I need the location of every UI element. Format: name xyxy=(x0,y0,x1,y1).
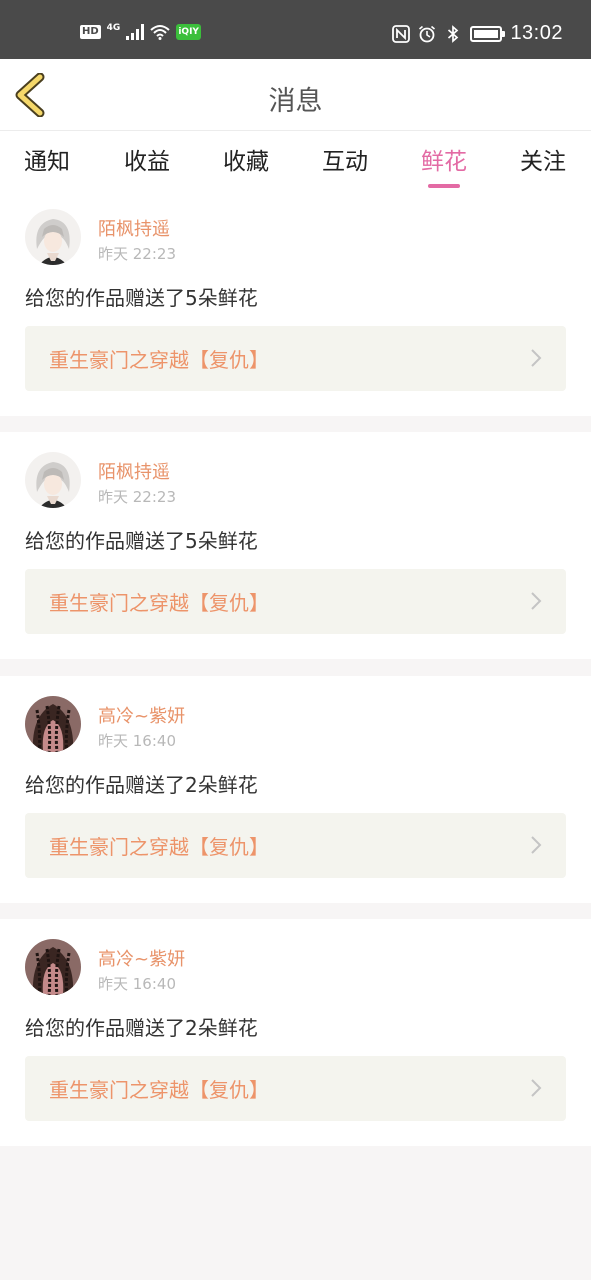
network-type: 4G xyxy=(106,23,121,33)
status-bar: HD 4G iQIY 13:02 xyxy=(0,0,591,59)
tab-label: 关注 xyxy=(520,149,566,175)
message-text: 给您的作品赠送了2朵鲜花 xyxy=(25,1016,258,1040)
chevron-right-icon xyxy=(531,836,542,854)
tab-favorites[interactable]: 收藏 xyxy=(211,142,281,176)
tab-interaction[interactable]: 互动 xyxy=(310,142,380,176)
work-title: 重生豪门之穿越【复仇】 xyxy=(49,1078,269,1102)
sent-time: 昨天 22:23 xyxy=(98,488,176,506)
chevron-right-icon xyxy=(531,1079,542,1097)
work-title: 重生豪门之穿越【复仇】 xyxy=(49,348,269,372)
clock: 13:02 xyxy=(510,22,563,44)
work-link[interactable]: 重生豪门之穿越【复仇】 xyxy=(25,813,566,878)
tab-label: 收藏 xyxy=(223,149,269,175)
tab-flowers[interactable]: 鲜花 xyxy=(409,142,479,188)
avatar[interactable] xyxy=(25,209,81,265)
message-text: 给您的作品赠送了5朵鲜花 xyxy=(25,286,258,310)
tab-income[interactable]: 收益 xyxy=(112,142,182,176)
alarm-icon xyxy=(419,25,436,42)
iqiyi-icon: iQIY xyxy=(176,24,201,40)
bluetooth-icon xyxy=(448,24,459,43)
work-title: 重生豪门之穿越【复仇】 xyxy=(49,835,269,859)
chevron-right-icon xyxy=(531,592,542,610)
status-right: 13:02 xyxy=(392,22,563,45)
sent-time: 昨天 22:23 xyxy=(98,245,176,263)
app-header: 消息 xyxy=(0,59,591,131)
sent-time: 昨天 16:40 xyxy=(98,975,176,993)
signal-icon xyxy=(126,24,145,40)
tab-notice[interactable]: 通知 xyxy=(12,142,82,176)
tab-label: 通知 xyxy=(24,149,70,175)
message-text: 给您的作品赠送了5朵鲜花 xyxy=(25,529,258,553)
sender-name[interactable]: 陌枫持遥 xyxy=(98,215,170,241)
work-link[interactable]: 重生豪门之穿越【复仇】 xyxy=(25,326,566,391)
tab-follow[interactable]: 关注 xyxy=(508,142,578,176)
sender-name[interactable]: 陌枫持遥 xyxy=(98,458,170,484)
sent-time: 昨天 16:40 xyxy=(98,732,176,750)
avatar[interactable] xyxy=(25,452,81,508)
work-link[interactable]: 重生豪门之穿越【复仇】 xyxy=(25,1056,566,1121)
avatar[interactable] xyxy=(25,696,81,752)
sender-name[interactable]: 高冷~紫妍 xyxy=(98,945,185,971)
avatar[interactable] xyxy=(25,939,81,995)
nfc-icon xyxy=(392,24,411,43)
battery-icon xyxy=(470,25,506,42)
message-card: 陌枫持遥 昨天 22:23 给您的作品赠送了5朵鲜花 重生豪门之穿越【复仇】 xyxy=(0,189,591,416)
message-text: 给您的作品赠送了2朵鲜花 xyxy=(25,773,258,797)
hd-badge: HD xyxy=(80,25,101,39)
message-card: 陌枫持遥 昨天 22:23 给您的作品赠送了5朵鲜花 重生豪门之穿越【复仇】 xyxy=(0,432,591,659)
active-tab-indicator xyxy=(428,184,460,188)
tab-label: 收益 xyxy=(124,149,170,175)
tab-bar: 通知 收益 收藏 互动 鲜花 关注 xyxy=(0,131,591,189)
tab-label: 互动 xyxy=(322,149,368,175)
page-title: 消息 xyxy=(268,86,323,117)
chevron-right-icon xyxy=(531,349,542,367)
message-card: 高冷~紫妍 昨天 16:40 给您的作品赠送了2朵鲜花 重生豪门之穿越【复仇】 xyxy=(0,676,591,903)
wifi-icon xyxy=(150,25,170,40)
work-title: 重生豪门之穿越【复仇】 xyxy=(49,591,269,615)
tab-label: 鲜花 xyxy=(421,149,467,175)
work-link[interactable]: 重生豪门之穿越【复仇】 xyxy=(25,569,566,634)
status-left: HD 4G iQIY xyxy=(80,23,201,40)
sender-name[interactable]: 高冷~紫妍 xyxy=(98,702,185,728)
message-card: 高冷~紫妍 昨天 16:40 给您的作品赠送了2朵鲜花 重生豪门之穿越【复仇】 xyxy=(0,919,591,1146)
